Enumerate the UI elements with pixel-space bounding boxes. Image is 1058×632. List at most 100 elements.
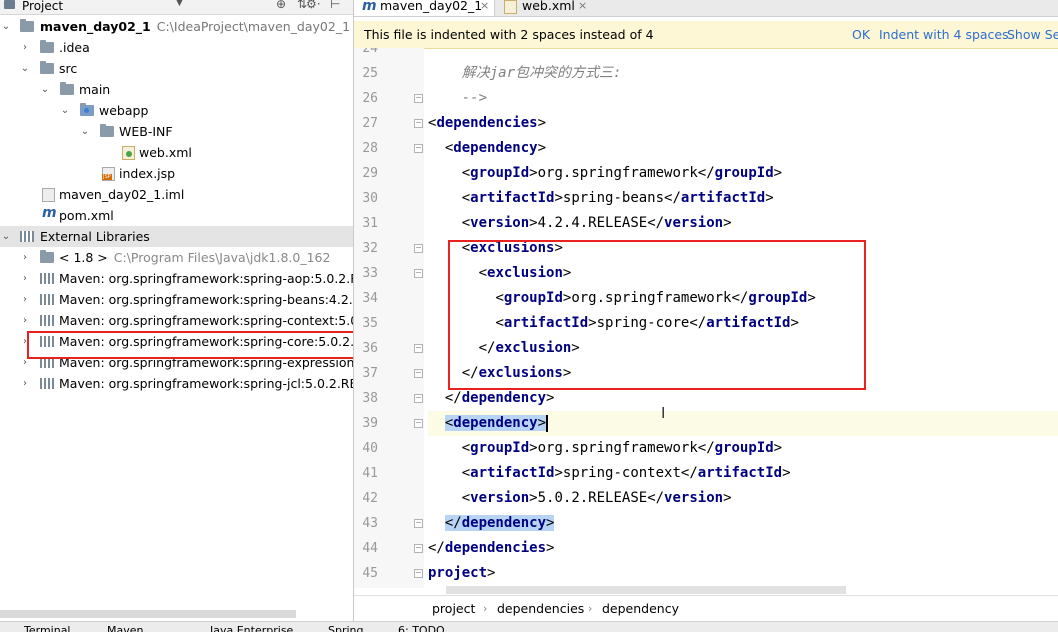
- maven-m-icon: m: [42, 205, 57, 221]
- code-line[interactable]: <version>4.2.4.RELEASE</version>: [428, 211, 1058, 236]
- xml-comment: 解决jar包冲突的方式三:: [461, 65, 622, 81]
- tree-node-external-libraries[interactable]: ⌄ External Libraries: [0, 226, 353, 247]
- notification-ok-link[interactable]: OK: [852, 21, 870, 48]
- code-line[interactable]: <groupId>org.springframework</groupId>: [428, 436, 1058, 461]
- breadcrumb-separator-icon: ›: [588, 602, 593, 615]
- indent-notification-bar: This file is indented with 2 spaces inst…: [354, 21, 1058, 49]
- chevron-right-icon[interactable]: ›: [19, 247, 31, 268]
- library-icon: [40, 273, 54, 284]
- hide-icon[interactable]: ⊢: [330, 0, 340, 11]
- breadcrumb-separator-icon: ›: [483, 602, 488, 615]
- breadcrumb-project[interactable]: project: [432, 596, 475, 622]
- tree-node-spring-beans[interactable]: › Maven: org.springframework:spring-bean…: [0, 289, 353, 310]
- tree-node-spring-context[interactable]: › Maven: org.springframework:spring-cont…: [0, 310, 353, 331]
- line-number: 44: [362, 541, 378, 556]
- fold-marker-icon[interactable]: [414, 119, 423, 128]
- chevron-right-icon[interactable]: ›: [19, 310, 31, 331]
- folder-icon: [100, 124, 114, 137]
- show-settings-link[interactable]: Show Settings: [1007, 21, 1058, 48]
- close-icon[interactable]: ×: [480, 0, 489, 17]
- tree-label: Maven: org.springframework:spring-beans:…: [59, 289, 353, 310]
- code-line[interactable]: </dependencies>: [428, 536, 1058, 561]
- xml-tag: <dependency>: [444, 140, 547, 156]
- fold-marker-icon[interactable]: [414, 569, 423, 578]
- breadcrumb-dependencies[interactable]: dependencies: [497, 596, 584, 622]
- tree-node-webapp[interactable]: ⌄ webapp: [0, 100, 353, 121]
- tree-node-spring-aop-row[interactable]: › Maven: org.springframework:spring-aop:…: [0, 268, 353, 289]
- fold-marker-icon[interactable]: [414, 269, 423, 278]
- chevron-right-icon[interactable]: ›: [19, 37, 31, 58]
- code-line[interactable]: <dependency>: [428, 411, 1058, 436]
- element-value: spring-context: [562, 465, 681, 481]
- line-number: 45: [362, 566, 378, 581]
- fold-marker-icon[interactable]: [414, 369, 423, 378]
- chevron-down-icon[interactable]: ⌄: [79, 121, 91, 142]
- fold-marker-icon[interactable]: [414, 419, 423, 428]
- project-horizontal-scrollbar[interactable]: [0, 610, 296, 618]
- chevron-right-icon[interactable]: ›: [19, 268, 31, 289]
- fold-marker-icon[interactable]: [414, 344, 423, 353]
- fold-marker-icon[interactable]: [414, 144, 423, 153]
- xml-comment: -->: [461, 90, 488, 106]
- library-icon: [20, 231, 34, 242]
- editor-horizontal-scrollbar[interactable]: [446, 586, 846, 594]
- tree-node-spring-jcl[interactable]: › Maven: org.springframework:spring-jcl:…: [0, 373, 353, 394]
- tree-node-idea[interactable]: › .idea: [0, 37, 353, 58]
- code-line[interactable]: <dependency>: [428, 136, 1058, 161]
- chevron-right-icon[interactable]: ›: [19, 373, 31, 394]
- tab-pom[interactable]: m maven_day02_1 ×: [354, 0, 495, 16]
- chevron-down-icon[interactable]: ⌄: [0, 16, 12, 37]
- tree-node-jdk[interactable]: › < 1.8 > C:\Program Files\Java\jdk1.8.0_…: [0, 247, 353, 268]
- code-line[interactable]: <dependencies>: [428, 111, 1058, 136]
- code-line[interactable]: <artifactId>spring-context</artifactId>: [428, 461, 1058, 486]
- tree-label: maven_day02_1.iml: [59, 187, 185, 202]
- chevron-down-icon[interactable]: ⌄: [0, 226, 12, 247]
- notification-message: This file is indented with 2 spaces inst…: [364, 27, 654, 42]
- line-number: 27: [362, 116, 378, 131]
- tab-label: web.xml: [522, 0, 575, 13]
- code-line[interactable]: <artifactId>spring-beans</artifactId>: [428, 186, 1058, 211]
- breadcrumb-dependency[interactable]: dependency: [602, 596, 679, 622]
- line-number: 36: [362, 341, 378, 356]
- tree-label: Maven: org.springframework:spring-jcl:5.…: [59, 376, 353, 391]
- tree-node-web-xml[interactable]: web.xml: [0, 142, 353, 163]
- tree-node-src[interactable]: ⌄ src: [0, 58, 353, 79]
- code-line[interactable]: -->: [428, 86, 1058, 111]
- tree-label: WEB-INF: [119, 124, 173, 139]
- chevron-down-icon[interactable]: ⌄: [19, 58, 31, 79]
- tree-node-pom-xml[interactable]: m pom.xml: [0, 205, 353, 226]
- code-line[interactable]: <groupId>org.springframework</groupId>: [428, 161, 1058, 186]
- fold-marker-icon[interactable]: [414, 94, 423, 103]
- view-dropdown-icon[interactable]: ▼: [176, 0, 183, 8]
- code-line[interactable]: 解决jar包冲突的方式三:: [428, 61, 1058, 86]
- locate-icon[interactable]: ⊕: [276, 0, 286, 11]
- chevron-down-icon[interactable]: ⌄: [39, 79, 51, 100]
- tab-web-xml[interactable]: web.xml ×: [496, 0, 592, 16]
- code-line[interactable]: project>: [428, 561, 1058, 586]
- tree-node-iml[interactable]: maven_day02_1.iml: [0, 184, 353, 205]
- fold-marker-icon[interactable]: [414, 394, 423, 403]
- xml-tag: </dependency>: [444, 390, 555, 406]
- fold-marker-icon[interactable]: [414, 519, 423, 528]
- tree-node-project-root[interactable]: ⌄ maven_day02_1 C:\IdeaProject\maven_day0…: [0, 16, 353, 37]
- project-panel-title[interactable]: Project: [22, 0, 63, 13]
- tree-node-main[interactable]: ⌄ main: [0, 79, 353, 100]
- line-number: 41: [362, 466, 378, 481]
- line-number: 29: [362, 166, 378, 181]
- element-value: 4.2.4.RELEASE: [537, 215, 648, 231]
- fold-marker-icon[interactable]: [414, 244, 423, 253]
- tree-node-index-jsp[interactable]: index.jsp: [0, 163, 353, 184]
- tree-node-web-inf[interactable]: ⌄ WEB-INF: [0, 121, 353, 142]
- fold-marker-icon[interactable]: [414, 544, 423, 553]
- chevron-right-icon[interactable]: ›: [19, 289, 31, 310]
- code-line[interactable]: <version>5.0.2.RELEASE</version>: [428, 486, 1058, 511]
- project-panel-header: Project ▼ ⊕ ⇅ ⚙· ⊢: [0, 0, 353, 15]
- indent-with-4-spaces-link[interactable]: Indent with 4 spaces: [879, 21, 1009, 48]
- line-number: 42: [362, 491, 378, 506]
- code-line[interactable]: </dependency>: [428, 511, 1058, 536]
- gear-icon[interactable]: ⚙·: [306, 0, 321, 11]
- chevron-down-icon[interactable]: ⌄: [59, 100, 71, 121]
- jdk-label: < 1.8 >: [59, 250, 108, 265]
- code-line[interactable]: [428, 48, 1058, 61]
- close-icon[interactable]: ×: [578, 0, 587, 17]
